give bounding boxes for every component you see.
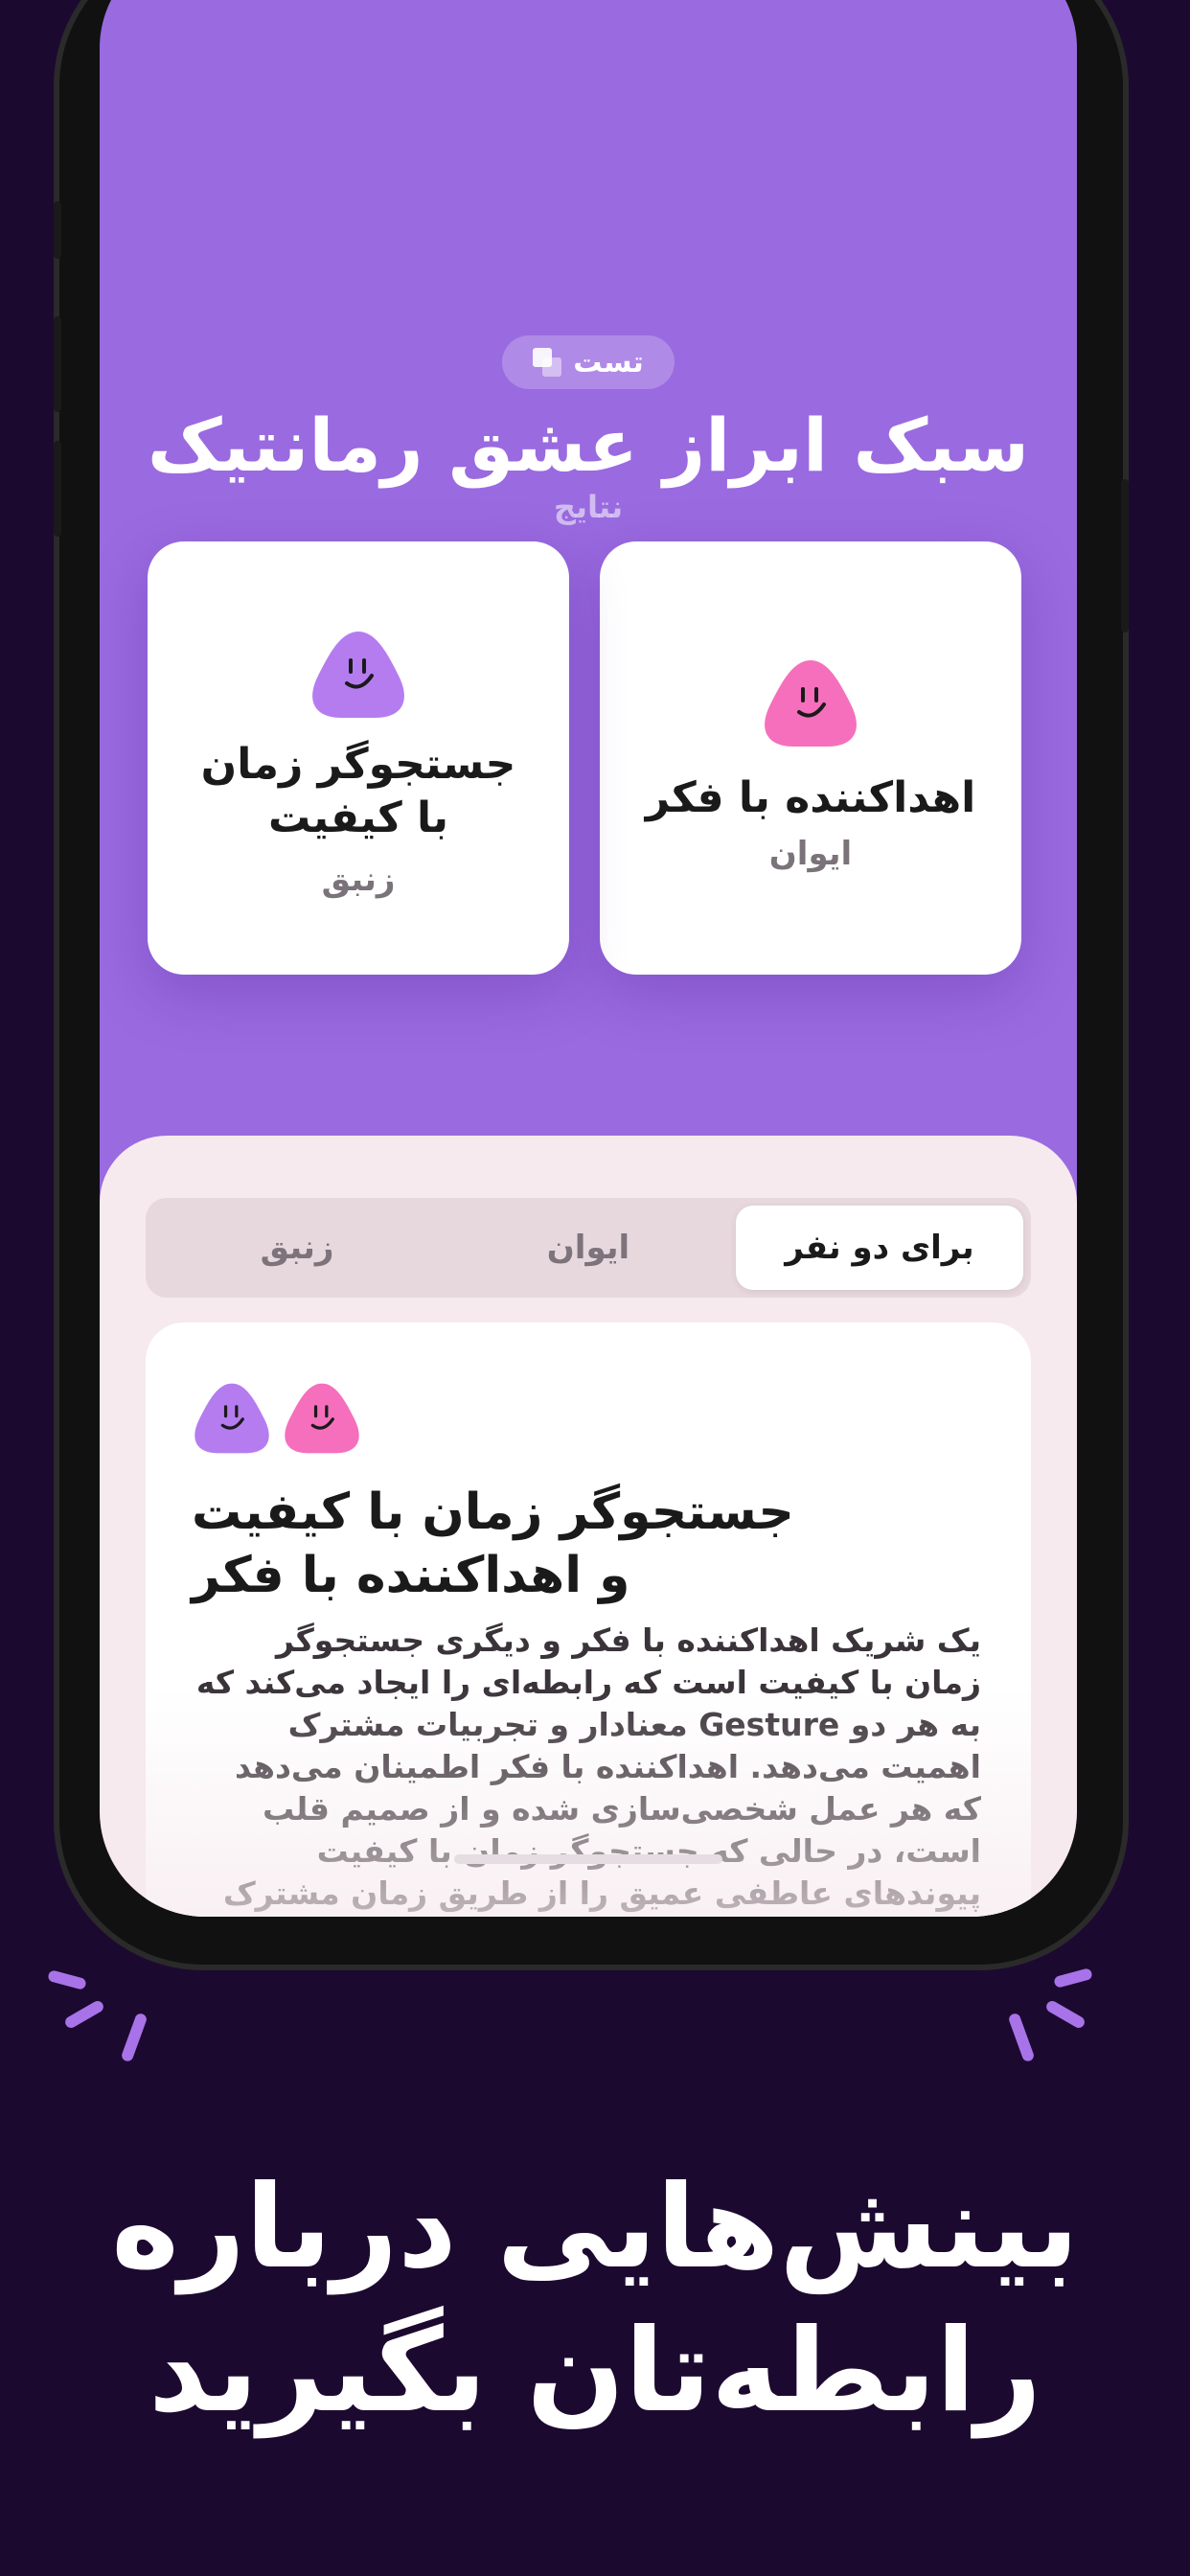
detail-card: جستجوگر زمان با کیفیت و اهداکننده با فکر… <box>146 1322 1031 1917</box>
home-indicator <box>454 1854 722 1864</box>
card-type-name: اهداکننده با فکر <box>645 773 976 822</box>
tab-evan[interactable]: ایوان <box>445 1206 732 1290</box>
card-type-name: جستجوگر زمان با کیفیت <box>200 740 516 842</box>
fade-overlay <box>146 1687 1031 1917</box>
page-subtitle: نتایج <box>553 489 624 525</box>
right-spark-icon <box>996 1955 1111 2070</box>
pink-blob-face-icon <box>285 1383 359 1454</box>
phone-screen: تست سبک ابراز عشق رمانتیک نتایج اهداکنند… <box>100 0 1077 1917</box>
purple-blob-face-icon <box>195 1383 269 1454</box>
tab-lily[interactable]: زنبق <box>153 1206 441 1290</box>
phone-side-button <box>54 316 61 412</box>
result-card-lily[interactable]: جستجوگر زمان با کیفیت زنبق <box>148 541 569 975</box>
card-user-name: زنبق <box>321 861 396 899</box>
phone-side-button <box>54 441 61 537</box>
tab-couple[interactable]: برای دو نفر <box>736 1206 1023 1290</box>
squares-icon <box>533 348 562 377</box>
detail-title: جستجوگر زمان با کیفیت و اهداکننده با فکر <box>192 1484 794 1604</box>
phone-power-button <box>1121 479 1129 632</box>
segmented-control: برای دو نفر ایوان زنبق <box>146 1198 1031 1298</box>
left-spark-icon <box>38 1955 153 2070</box>
page-title: سبک ابراز عشق رمانتیک <box>147 402 1030 488</box>
pink-blob-face-icon <box>765 660 857 747</box>
test-badge: تست <box>502 335 675 389</box>
phone-side-button <box>54 201 61 259</box>
purple-blob-face-icon <box>312 632 404 718</box>
card-user-name: ایوان <box>768 835 853 873</box>
result-card-evan[interactable]: اهداکننده با فکر ایوان <box>600 541 1021 975</box>
badge-label: تست <box>573 345 644 380</box>
marketing-headline: بینش‌هایی درباره رابطه‌تان بگیرید <box>111 2161 1079 2438</box>
